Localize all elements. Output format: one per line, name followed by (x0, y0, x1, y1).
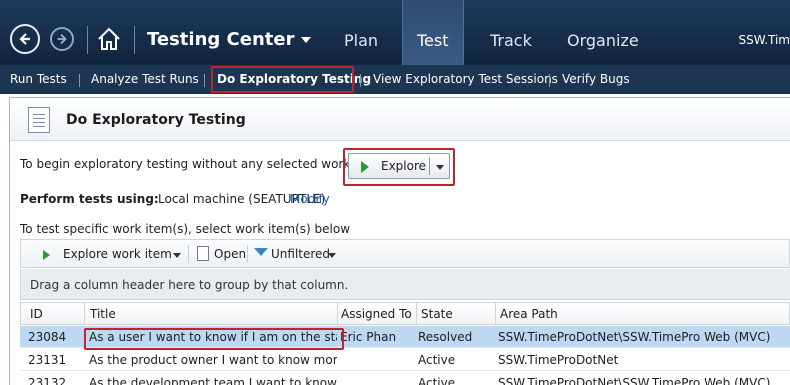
cell-area-path: SSW.TimeProDotNet\SSW.TimePro Web (MVC) (498, 330, 771, 344)
filter-dropdown[interactable]: Unfiltered (271, 247, 330, 261)
cell-id: 23132 (28, 376, 67, 385)
page-title: Do Exploratory Testing (66, 112, 246, 128)
open-button[interactable]: Open (214, 247, 246, 261)
subnav-verify-bugs[interactable]: Verify Bugs (562, 72, 630, 86)
chevron-down-icon[interactable] (436, 165, 444, 170)
cell-state: Resolved (418, 330, 473, 344)
column-area-path[interactable]: Area Path (500, 307, 558, 321)
group-by-area[interactable]: Drag a column header here to group by th… (20, 269, 790, 300)
cell-id: 23131 (28, 353, 67, 367)
specific-instruction: To test specific work item(s), select wo… (20, 222, 351, 236)
table-row[interactable]: 23132 As the development team I want to … (20, 372, 790, 385)
sub-navigation: Run Tests Analyze Test Runs Do Explorato… (0, 65, 790, 94)
top-navigation-bar: Testing Center Plan Test Track Organize … (0, 0, 790, 65)
subnav-view-exploratory-sessions[interactable]: View Exploratory Test Sessions (373, 72, 558, 86)
nav-divider (134, 26, 135, 54)
user-name[interactable]: SSW.Tim (738, 33, 790, 47)
subnav-analyze-test-runs[interactable]: Analyze Test Runs (91, 72, 199, 86)
cell-area-path: SSW.TimeProDotNet (498, 353, 619, 367)
subnav-divider (79, 74, 80, 87)
cell-title: As the development team I want to know m… (89, 376, 337, 385)
chevron-down-icon[interactable] (301, 37, 311, 43)
column-title[interactable]: Title (90, 307, 116, 321)
tab-track[interactable]: Track (490, 31, 532, 50)
cell-area-path: SSW.TimeProDotNet\SSW.TimePro Web (MVC) (498, 376, 771, 385)
highlight-box (84, 328, 344, 350)
modify-link[interactable]: Modify (290, 192, 330, 206)
nav-divider (87, 26, 88, 54)
open-icon (197, 246, 209, 261)
explore-label: Explore (381, 159, 427, 173)
panel-header: Do Exploratory Testing (10, 98, 790, 141)
begin-instruction: To begin exploratory testing without any… (20, 157, 392, 171)
subnav-divider (549, 74, 550, 87)
column-state[interactable]: State (421, 307, 453, 321)
column-assigned-to[interactable]: Assigned To (341, 307, 412, 321)
tab-test[interactable]: Test (402, 0, 464, 65)
app-title[interactable]: Testing Center (147, 29, 294, 50)
subnav-run-tests[interactable]: Run Tests (10, 72, 67, 86)
forward-button[interactable] (50, 27, 74, 51)
home-button[interactable] (96, 26, 124, 54)
grid-header: ID Title Assigned To State Area Path (20, 302, 790, 325)
home-icon (98, 27, 120, 50)
back-button[interactable] (10, 24, 40, 54)
play-icon (361, 161, 369, 173)
cell-state: Active (418, 353, 456, 367)
back-arrow-icon (19, 33, 30, 45)
work-item-toolbar: Explore work item Open Unfiltered (20, 239, 790, 268)
perform-label: Perform tests using: (20, 192, 159, 206)
tab-plan[interactable]: Plan (344, 31, 378, 50)
cell-assigned-to: Eric Phan (340, 330, 397, 344)
subnav-divider (204, 74, 205, 87)
document-icon (28, 107, 50, 133)
forward-arrow-icon (57, 34, 67, 44)
explore-work-item-button[interactable]: Explore work item (63, 247, 172, 261)
cell-title: As the product owner I want to know more… (89, 353, 337, 367)
play-icon (43, 250, 50, 260)
group-hint: Drag a column header here to group by th… (30, 278, 349, 292)
cell-state: Active (418, 376, 456, 385)
filter-icon (254, 248, 268, 256)
chevron-down-icon[interactable] (328, 253, 336, 258)
table-row[interactable]: 23131 As the product owner I want to kno… (20, 349, 790, 371)
explore-button[interactable]: Explore (348, 153, 450, 179)
chevron-down-icon[interactable] (173, 253, 181, 258)
column-id[interactable]: ID (30, 307, 43, 321)
cell-id: 23084 (28, 330, 67, 344)
subnav-divider (360, 74, 361, 87)
highlight-box (211, 66, 354, 93)
tab-organize[interactable]: Organize (567, 31, 639, 50)
